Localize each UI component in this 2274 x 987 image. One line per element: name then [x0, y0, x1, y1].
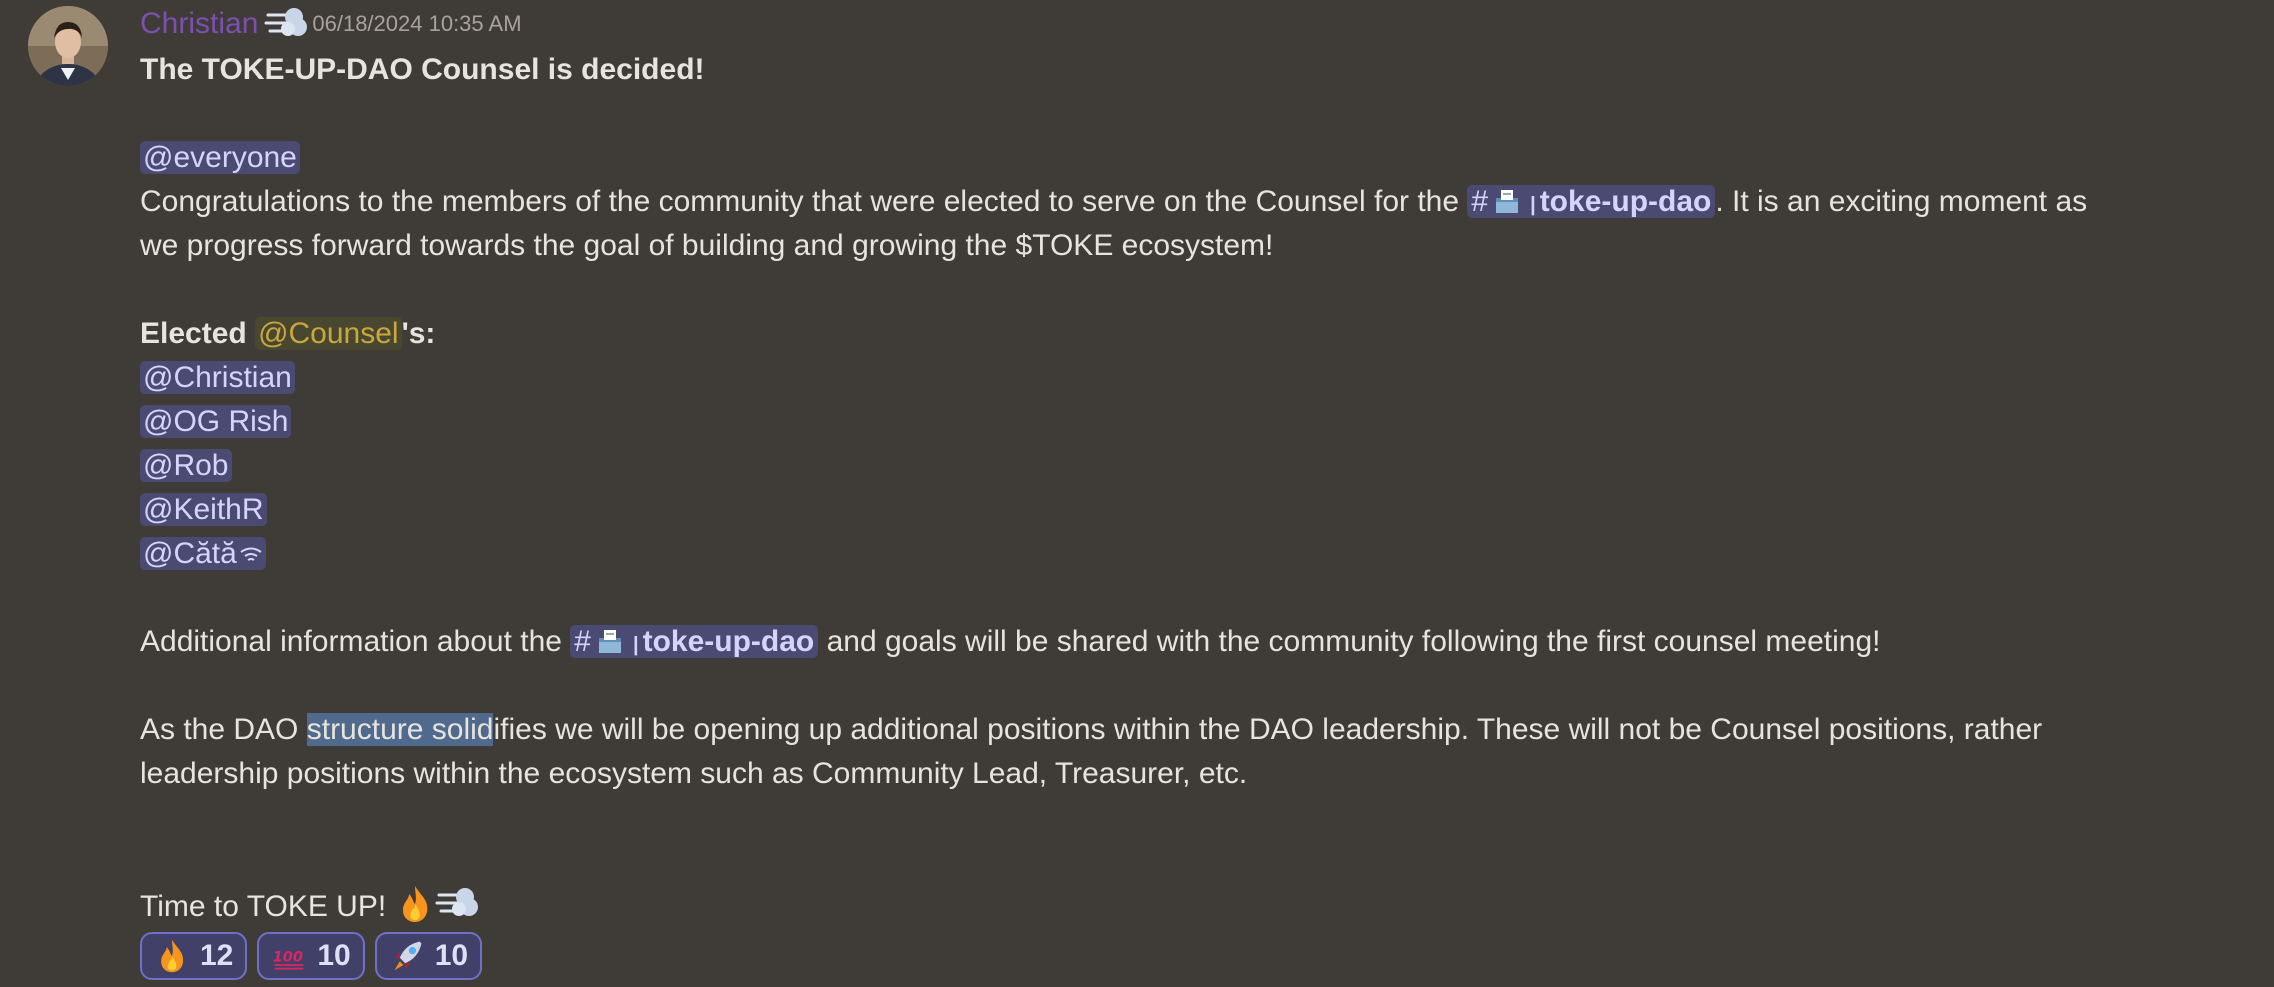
message-title: The TOKE-UP-DAO Counsel is decided! [140, 53, 705, 86]
message-timestamp: 06/18/2024 10:35 AM [312, 11, 522, 36]
structure-line-1: As the DAO structure solidifies we will … [140, 708, 2240, 752]
structure-line-2: leadership positions within the ecosyste… [140, 757, 1248, 790]
member-line: @KeithR [140, 488, 2240, 532]
hash-icon: # [574, 625, 591, 658]
dash-emoji-icon [264, 5, 308, 43]
message-header: Christian 06/18/2024 10:35 AM [140, 0, 2240, 48]
elected-prefix: Elected [140, 317, 247, 350]
channel-mention-toke-up-dao[interactable]: # | toke-up-dao [1467, 185, 1716, 218]
member-line: @Rob [140, 444, 2240, 488]
reaction-rocket[interactable]: 10 [374, 932, 483, 980]
user-avatar[interactable] [28, 6, 108, 86]
message-content: Christian 06/18/2024 10:35 AM The TOKE-U… [140, 0, 2240, 980]
additional-text-post: and goals will be shared with the commun… [826, 625, 1881, 658]
chat-message: Christian 06/18/2024 10:35 AM The TOKE-U… [0, 0, 2274, 982]
member-mention[interactable]: @KeithR [140, 493, 267, 526]
counsel-role-mention[interactable]: @Counsel [255, 317, 402, 350]
svg-text:100: 100 [273, 949, 303, 965]
reaction-hundred[interactable]: 100 10 [257, 932, 365, 980]
dash-emoji-icon [435, 884, 478, 924]
ballot-box-icon [1492, 185, 1522, 215]
closing-line: Time to TOKE UP! [140, 884, 2240, 928]
member-line: @Cătă [140, 532, 2240, 576]
fire-icon [154, 938, 190, 974]
congrats-line-2: we progress forward towards the goal of … [140, 229, 1274, 262]
reaction-count: 10 [434, 939, 469, 972]
selected-text: structure solid [306, 713, 494, 746]
member-mention[interactable]: @Christian [140, 361, 295, 394]
everyone-line: @everyone [140, 136, 2240, 180]
member-mention[interactable]: @Rob [140, 449, 232, 482]
channel-separator: | [632, 634, 639, 656]
everyone-mention[interactable]: @everyone [140, 141, 300, 174]
member-mention-cata[interactable]: @Cătă [140, 537, 266, 570]
channel-name: toke-up-dao [642, 625, 815, 658]
congrats-line-1: Congratulations to the members of the co… [140, 180, 2240, 224]
structure-text-post: ifies we will be opening up additional p… [493, 713, 2043, 746]
elected-heading: Elected @Counsel's: [140, 312, 2240, 356]
author-name[interactable]: Christian [140, 2, 258, 46]
reaction-count: 12 [200, 939, 234, 972]
channel-separator: | [1530, 194, 1536, 216]
structure-text-pre: As the DAO [140, 713, 307, 746]
channel-name: toke-up-dao [1539, 185, 1712, 218]
hash-icon: # [1471, 185, 1489, 218]
additional-line: Additional information about the # | toke-… [140, 620, 2240, 664]
fire-emoji-icon [395, 884, 435, 924]
member-mention[interactable]: @OG Rish [140, 405, 292, 438]
congrats-text-2: . It is an exciting moment as [1715, 185, 2088, 218]
rocket-icon [389, 938, 425, 974]
additional-text-pre: Additional information about the [140, 625, 562, 658]
hundred-icon: 100 [271, 938, 307, 974]
reaction-fire[interactable]: 12 [140, 932, 248, 980]
closing-text: Time to TOKE UP! [140, 890, 387, 923]
reactions-bar: 12 100 10 10 [140, 932, 2240, 980]
elected-suffix: 's: [401, 317, 436, 350]
ballot-box-icon [595, 625, 625, 655]
reaction-count: 10 [317, 939, 351, 972]
member-name: @Cătă [143, 537, 237, 570]
member-line: @Christian [140, 356, 2240, 400]
channel-mention-toke-up-dao[interactable]: # | toke-up-dao [570, 625, 819, 658]
congrats-text: Congratulations to the members of the co… [140, 185, 1460, 218]
signal-icon [240, 547, 262, 561]
member-line: @OG Rish [140, 400, 2240, 444]
